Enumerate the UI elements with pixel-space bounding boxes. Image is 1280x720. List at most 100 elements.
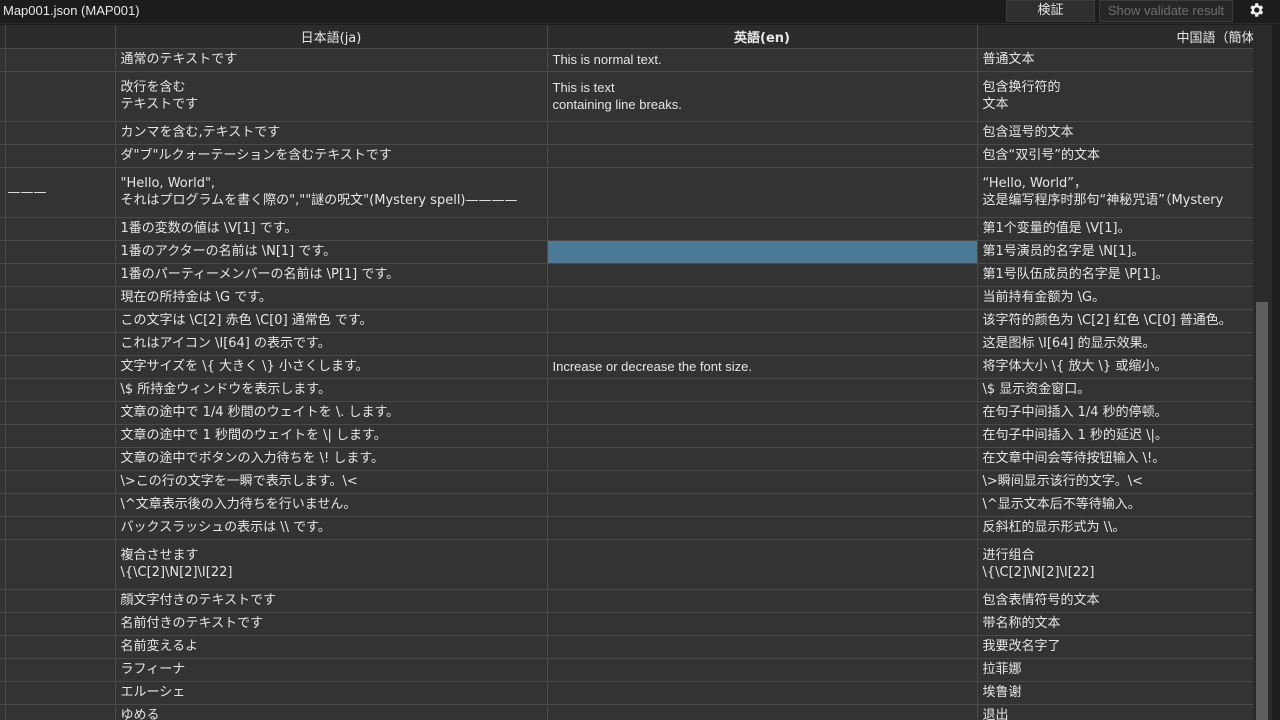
table-row[interactable]: 名前付きのテキストです 带名称的文本 (0, 612, 1280, 636)
zh-cell[interactable]: 第1个变量的值是 \V[1]。 (977, 217, 1280, 241)
en-cell[interactable] (547, 263, 978, 287)
id-cell[interactable] (5, 48, 116, 72)
table-row[interactable]: 1番のアクターの名前は \N[1] です。 第1号演员的名字是 \N[1]。 (0, 240, 1280, 264)
table-row[interactable]: \^文章表示後の入力待ちを行いません。 \^显示文本后不等待输入。 (0, 493, 1280, 517)
zh-cell[interactable]: \>瞬间显示该行的文字。\< (977, 470, 1280, 494)
ja-cell[interactable]: 文章の途中でボタンの入力待ちを \! します。 (115, 447, 548, 471)
en-cell[interactable] (547, 635, 978, 659)
column-header-zh[interactable]: 中国語（簡体）(zh-c (977, 25, 1280, 49)
id-cell[interactable] (5, 71, 116, 122)
zh-cell[interactable]: 当前持有金额为 \G。 (977, 286, 1280, 310)
id-cell[interactable] (5, 401, 116, 425)
en-cell[interactable]: Increase or decrease the font size. (547, 355, 978, 379)
table-row[interactable]: カンマを含む,テキストです 包含逗号的文本 (0, 121, 1280, 145)
ja-cell[interactable]: 文章の途中で 1 秒間のウェイトを \| します。 (115, 424, 548, 448)
en-cell[interactable] (547, 612, 978, 636)
ja-cell[interactable]: ゆめる (115, 704, 548, 720)
id-cell[interactable] (5, 144, 116, 168)
column-header-en[interactable]: 英語(en) (547, 25, 978, 49)
en-cell[interactable] (547, 217, 978, 241)
zh-cell[interactable]: 埃鲁谢 (977, 681, 1280, 705)
en-cell[interactable] (547, 493, 978, 517)
table-row[interactable]: 複合させます \{\C[2]\N[2]\I[22] 进行组合 \{\C[2]\N[… (0, 539, 1280, 590)
ja-cell[interactable]: 通常のテキストです (115, 48, 548, 72)
id-cell[interactable] (5, 704, 116, 720)
id-cell[interactable] (5, 493, 116, 517)
zh-cell[interactable]: 这是图标 \I[64] 的显示效果。 (977, 332, 1280, 356)
en-cell[interactable] (547, 681, 978, 705)
table-row[interactable]: 顔文字付きのテキストです 包含表情符号的文本 (0, 589, 1280, 613)
id-cell[interactable] (5, 424, 116, 448)
en-cell[interactable] (547, 704, 978, 720)
en-cell[interactable] (547, 401, 978, 425)
validate-button[interactable]: 検証 (1006, 0, 1095, 22)
zh-cell[interactable]: 将字体大小 \{ 放大 \} 或缩小。 (977, 355, 1280, 379)
en-cell[interactable] (547, 309, 978, 333)
ja-cell[interactable]: "Hello, World", それはプログラムを書く際の",""謎の呪文"(M… (115, 167, 548, 218)
ja-cell[interactable]: 名前変えるよ (115, 635, 548, 659)
zh-cell[interactable]: 第1号队伍成员的名字是 \P[1]。 (977, 263, 1280, 287)
en-cell[interactable] (547, 144, 978, 168)
zh-cell[interactable]: 我要改名字了 (977, 635, 1280, 659)
table-row[interactable]: 1番の変数の値は \V[1] です。 第1个变量的值是 \V[1]。 (0, 217, 1280, 241)
en-cell[interactable]: This is text containing line breaks. (547, 71, 978, 122)
ja-cell[interactable]: 改行を含む テキストです (115, 71, 548, 122)
zh-cell[interactable]: 拉菲娜 (977, 658, 1280, 682)
ja-cell[interactable]: カンマを含む,テキストです (115, 121, 548, 145)
id-cell[interactable] (5, 121, 116, 145)
id-cell[interactable] (5, 263, 116, 287)
table-row[interactable]: 文字サイズを \{ 大きく \} 小さくします。 Increase or decr… (0, 355, 1280, 379)
column-header-ja[interactable]: 日本語(ja) (115, 25, 548, 49)
en-cell[interactable] (547, 589, 978, 613)
table-row[interactable]: ラフィーナ 拉菲娜 (0, 658, 1280, 682)
table-row[interactable]: 現在の所持金は \G です。 当前持有金额为 \G。 (0, 286, 1280, 310)
ja-cell[interactable]: 現在の所持金は \G です。 (115, 286, 548, 310)
zh-cell[interactable]: 在句子中间插入 1/4 秒的停顿。 (977, 401, 1280, 425)
id-cell[interactable] (5, 217, 116, 241)
en-cell[interactable] (547, 447, 978, 471)
zh-cell[interactable]: 带名称的文本 (977, 612, 1280, 636)
zh-cell[interactable]: 包含换行符的 文本 (977, 71, 1280, 122)
table-row[interactable]: 文章の途中で 1/4 秒間のウェイトを \. します。 在句子中间插入 1/4 秒… (0, 401, 1280, 425)
id-cell[interactable] (5, 539, 116, 590)
id-cell[interactable] (5, 470, 116, 494)
en-cell[interactable] (547, 658, 978, 682)
settings-button[interactable] (1241, 0, 1271, 22)
ja-cell[interactable]: 1番のパーティーメンバーの名前は \P[1] です。 (115, 263, 548, 287)
table-row[interactable]: \$ 所持金ウィンドウを表示します。 \$ 显示资金窗口。 (0, 378, 1280, 402)
zh-cell[interactable]: 反斜杠的显示形式为 \\。 (977, 516, 1280, 540)
id-cell[interactable] (5, 447, 116, 471)
zh-cell[interactable]: \$ 显示资金窗口。 (977, 378, 1280, 402)
en-cell[interactable] (547, 167, 978, 218)
zh-cell[interactable]: 在文章中间会等待按钮输入 \!。 (977, 447, 1280, 471)
column-header-id[interactable] (5, 25, 116, 49)
id-cell[interactable] (5, 332, 116, 356)
id-cell[interactable] (5, 355, 116, 379)
ja-cell[interactable]: \$ 所持金ウィンドウを表示します。 (115, 378, 548, 402)
ja-cell[interactable]: 1番の変数の値は \V[1] です。 (115, 217, 548, 241)
ja-cell[interactable]: 顔文字付きのテキストです (115, 589, 548, 613)
en-cell[interactable] (547, 286, 978, 310)
ja-cell[interactable]: 複合させます \{\C[2]\N[2]\I[22] (115, 539, 548, 590)
en-cell[interactable] (547, 516, 978, 540)
scrollbar-thumb[interactable] (1256, 302, 1268, 720)
zh-cell[interactable]: \^显示文本后不等待输入。 (977, 493, 1280, 517)
table-row[interactable]: ゆめる 退出 (0, 704, 1280, 720)
ja-cell[interactable]: この文字は \C[2] 赤色 \C[0] 通常色 です。 (115, 309, 548, 333)
id-cell[interactable] (5, 681, 116, 705)
id-cell[interactable] (5, 635, 116, 659)
zh-cell[interactable]: 该字符的颜色为 \C[2] 红色 \C[0] 普通色。 (977, 309, 1280, 333)
ja-cell[interactable]: エルーシェ (115, 681, 548, 705)
table-row[interactable]: バックスラッシュの表示は \\ です。 反斜杠的显示形式为 \\。 (0, 516, 1280, 540)
ja-cell[interactable]: \^文章表示後の入力待ちを行いません。 (115, 493, 548, 517)
en-cell[interactable] (547, 424, 978, 448)
en-cell[interactable] (547, 121, 978, 145)
id-cell[interactable] (5, 309, 116, 333)
id-cell[interactable]: ——— (5, 167, 116, 218)
id-cell[interactable] (5, 612, 116, 636)
table-row[interactable]: 通常のテキストです This is normal text. 普通文本 (0, 48, 1280, 72)
table-row[interactable]: \>この行の文字を一瞬で表示します。\< \>瞬间显示该行的文字。\< (0, 470, 1280, 494)
en-cell[interactable] (547, 539, 978, 590)
ja-cell[interactable]: \>この行の文字を一瞬で表示します。\< (115, 470, 548, 494)
table-row[interactable]: この文字は \C[2] 赤色 \C[0] 通常色 です。 该字符的颜色为 \C[2… (0, 309, 1280, 333)
